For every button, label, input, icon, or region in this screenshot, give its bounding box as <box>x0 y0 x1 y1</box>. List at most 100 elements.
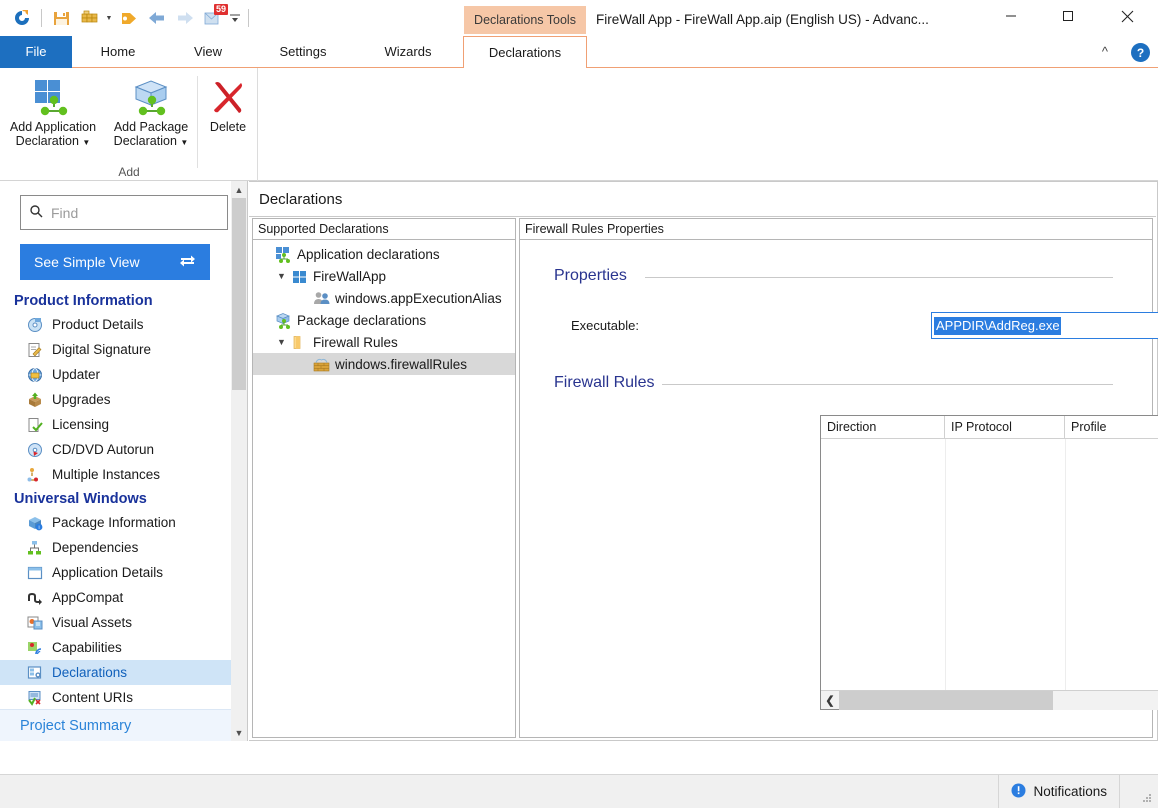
ribbon-group-title: Add <box>118 165 140 179</box>
see-simple-view-label: See Simple View <box>34 254 140 270</box>
sidebar-item-label: Digital Signature <box>52 342 152 357</box>
tree-node-label: windows.firewallRules <box>335 356 472 372</box>
add-application-declaration-button[interactable]: Add Application Declaration ▼ <box>0 74 106 152</box>
sidebar-item-label: Package Information <box>52 515 176 530</box>
sidebar-item-application-details[interactable]: Application Details <box>0 560 232 585</box>
sidebar-item-label: Licensing <box>52 417 110 432</box>
add-package-declaration-button[interactable]: Add Package Declaration ▼ <box>106 74 196 152</box>
appcompat-arrow-icon <box>26 589 43 606</box>
delete-label: Delete <box>209 120 247 134</box>
chevron-down-icon[interactable]: ▼ <box>82 138 90 147</box>
sidebar-item-package-information[interactable]: i Package Information <box>0 510 232 535</box>
hscroll-track[interactable] <box>839 690 1158 710</box>
sidebar-item-updater[interactable]: Updater <box>0 362 232 387</box>
svg-text:i: i <box>38 525 39 531</box>
build-dropdown-icon[interactable]: ▼ <box>103 4 115 32</box>
package-info-icon: i <box>26 514 43 531</box>
properties-section-title: Properties <box>554 267 635 285</box>
sidebar-item-label: CD/DVD Autorun <box>52 442 155 457</box>
tab-view[interactable]: View <box>164 36 252 68</box>
build-icon[interactable] <box>75 4 103 32</box>
hscroll-thumb[interactable] <box>839 690 1053 710</box>
notifications-button[interactable]: Notifications <box>998 775 1120 808</box>
scroll-up-icon[interactable]: ▲ <box>231 181 247 198</box>
application-window: ▼ 59 Declarations Tools FireWall App - F… <box>0 0 1158 808</box>
title-bar: ▼ 59 Declarations Tools FireWall App - F… <box>0 0 1158 36</box>
upgrades-box-icon <box>26 391 43 408</box>
ribbon-body: Add Application Declaration ▼ Add Packag… <box>0 68 1158 181</box>
chevron-up-icon[interactable]: ^ <box>1102 44 1108 59</box>
firewall-rules-section-rule <box>657 384 1113 385</box>
notifications-label: Notifications <box>1033 784 1107 799</box>
sidebar-item-label: Content URIs <box>52 690 134 705</box>
tree-node-windows-firewallrules[interactable]: windows.firewallRules <box>253 353 515 375</box>
app-logo-icon[interactable] <box>8 4 36 32</box>
column-header-direction[interactable]: Direction <box>821 416 945 438</box>
tab-declarations[interactable]: Declarations <box>463 36 587 69</box>
run-icon[interactable] <box>115 4 143 32</box>
signature-icon <box>26 341 43 358</box>
firewall-rules-table[interactable]: Direction IP Protocol Profile Local Port… <box>820 415 1158 710</box>
sidebar-item-label: Product Details <box>52 317 144 332</box>
tab-settings[interactable]: Settings <box>252 36 354 68</box>
multiple-instances-icon <box>26 466 43 483</box>
add-package-declaration-label-2: Declaration <box>113 134 177 148</box>
sidebar-item-appcompat[interactable]: AppCompat <box>0 585 232 610</box>
sidebar-item-content-uris[interactable]: Content URIs <box>0 685 232 710</box>
see-simple-view-button[interactable]: See Simple View <box>20 244 210 280</box>
column-header-profile[interactable]: Profile <box>1065 416 1158 438</box>
sidebar-item-upgrades[interactable]: Upgrades <box>0 387 232 412</box>
scroll-down-icon[interactable]: ▼ <box>231 724 247 741</box>
project-summary-button[interactable]: Project Summary <box>0 709 232 741</box>
tree-node-application-declarations[interactable]: Application declarations <box>253 243 515 265</box>
sidebar-scroll-area[interactable]: Product Information Product Details Digi… <box>0 289 232 741</box>
tree-header: Supported Declarations <box>253 219 515 240</box>
sidebar-item-multiple-instances[interactable]: Multiple Instances <box>0 462 232 487</box>
add-package-declaration-label-1: Add Package <box>113 120 189 134</box>
sidebar-item-declarations[interactable]: Declarations <box>0 660 232 685</box>
qat-separator-2 <box>248 9 249 27</box>
sidebar-item-product-details[interactable]: Product Details <box>0 312 232 337</box>
table-header-row: Direction IP Protocol Profile Local Port <box>821 416 1158 439</box>
sidebar-item-dependencies[interactable]: Dependencies <box>0 535 232 560</box>
executable-field[interactable]: APPDIR\AddReg.exe ... <box>931 312 1158 339</box>
customize-qat-icon[interactable] <box>227 4 243 32</box>
chevron-expanded-icon-2[interactable]: ▼ <box>273 337 290 347</box>
search-input[interactable]: Find <box>20 195 228 230</box>
resize-grip-icon[interactable] <box>1141 792 1153 804</box>
table-horizontal-scrollbar[interactable]: ❮ ❯ <box>821 690 1158 710</box>
tab-home[interactable]: Home <box>72 36 164 68</box>
notifications-icon[interactable]: 59 <box>199 4 228 32</box>
firewall-brick-icon <box>312 356 331 373</box>
tab-wizards[interactable]: Wizards <box>354 36 462 68</box>
tree-node-package-declarations[interactable]: Package declarations <box>253 309 515 331</box>
chevron-left-icon[interactable]: ❮ <box>821 691 839 710</box>
red-x-delete-icon <box>208 76 248 120</box>
column-header-ip-protocol[interactable]: IP Protocol <box>945 416 1065 438</box>
tree-node-firewallapp[interactable]: ▼ FireWallApp <box>253 265 515 287</box>
sidebar-item-cd-dvd-autorun[interactable]: CD/DVD Autorun <box>0 437 232 462</box>
delete-button[interactable]: Delete <box>200 74 256 136</box>
chevron-down-icon-2[interactable]: ▼ <box>180 138 188 147</box>
sidebar-item-licensing[interactable]: Licensing <box>0 412 232 437</box>
minimize-button[interactable] <box>988 0 1034 32</box>
sidebar-item-capabilities[interactable]: Capabilities <box>0 635 232 660</box>
tree-node-label: windows.appExecutionAlias <box>335 290 502 306</box>
ribbon-group-add: Add Application Declaration ▼ Add Packag… <box>0 68 258 181</box>
sidebar-scrollbar[interactable]: ▲ ▼ <box>231 181 247 741</box>
back-icon[interactable] <box>143 4 171 32</box>
save-icon[interactable] <box>47 4 75 32</box>
maximize-button[interactable] <box>1045 0 1091 32</box>
tab-file[interactable]: File <box>0 36 72 68</box>
tree-node-windows-appexecutionalias[interactable]: windows.appExecutionAlias <box>253 287 515 309</box>
chevron-expanded-icon[interactable]: ▼ <box>273 271 290 281</box>
tree-node-firewall-rules[interactable]: ▼ Firewall Rules <box>253 331 515 353</box>
close-button[interactable] <box>1104 0 1150 32</box>
sidebar-item-visual-assets[interactable]: Visual Assets <box>0 610 232 635</box>
license-check-icon <box>26 416 43 433</box>
forward-icon[interactable] <box>171 4 199 32</box>
help-button[interactable]: ? <box>1131 43 1150 62</box>
sidebar-item-digital-signature[interactable]: Digital Signature <box>0 337 232 362</box>
table-column-divider-1 <box>945 439 946 690</box>
sidebar-scrollbar-thumb[interactable] <box>232 198 246 390</box>
